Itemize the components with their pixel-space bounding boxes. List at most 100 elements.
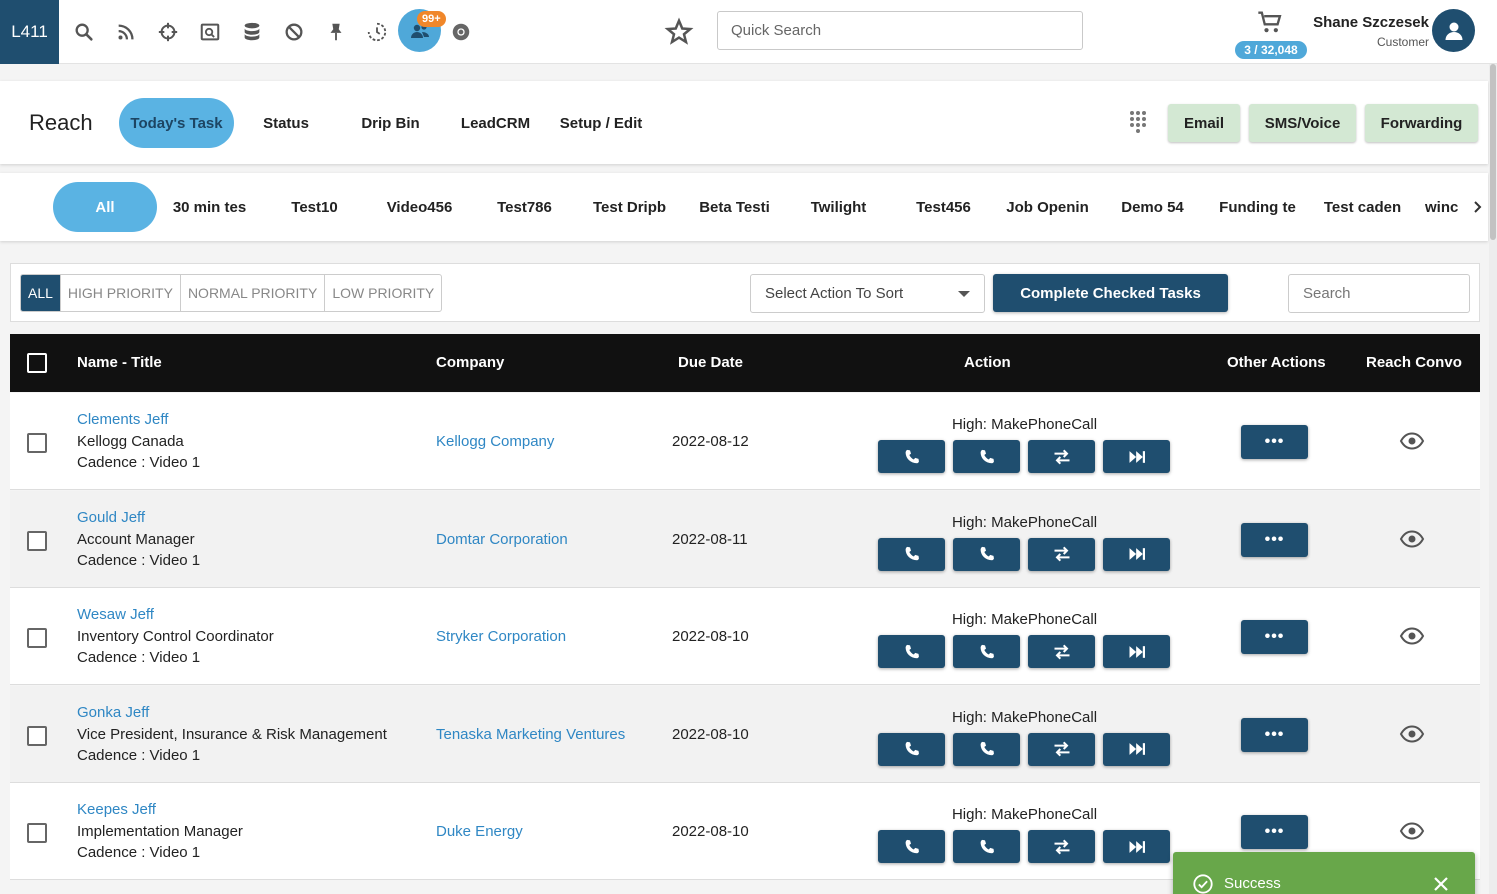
dial-button[interactable] xyxy=(953,732,1020,766)
company-link[interactable]: Kellogg Company xyxy=(436,433,554,450)
eye-icon[interactable] xyxy=(1399,724,1425,744)
filter-tab[interactable]: Test786 xyxy=(482,182,567,232)
swap-button[interactable] xyxy=(1028,537,1095,571)
row-checkbox[interactable] xyxy=(27,823,47,843)
skip-button[interactable] xyxy=(1103,635,1170,668)
eye-icon[interactable] xyxy=(1399,626,1425,646)
eye-icon[interactable] xyxy=(1399,821,1425,841)
scrollbar-thumb[interactable] xyxy=(1490,64,1496,240)
tab-drip-bin[interactable]: Drip Bin xyxy=(355,98,426,148)
dial-button[interactable] xyxy=(953,830,1020,863)
row-checkbox[interactable] xyxy=(27,628,47,648)
filter-tab[interactable]: Job Openin xyxy=(1005,182,1090,232)
filter-tab[interactable]: Test10 xyxy=(272,182,357,232)
filter-tab[interactable]: Funding te xyxy=(1215,182,1300,232)
tab-todays-task[interactable]: Today's Task xyxy=(119,98,234,148)
row-checkbox[interactable] xyxy=(27,433,47,453)
filter-tab[interactable]: Test456 xyxy=(901,182,986,232)
history-icon[interactable] xyxy=(362,17,392,47)
col-company[interactable]: Company xyxy=(436,354,504,371)
eye-icon[interactable] xyxy=(1399,431,1425,451)
filter-tab[interactable]: Video456 xyxy=(377,182,462,232)
tab-status[interactable]: Status xyxy=(249,98,323,148)
screen-search-icon[interactable] xyxy=(195,17,225,47)
sort-action-select[interactable]: Select Action To Sort xyxy=(750,274,985,313)
col-name-title[interactable]: Name - Title xyxy=(77,354,162,371)
database-icon[interactable] xyxy=(237,17,267,47)
chevron-right-icon[interactable] xyxy=(1470,195,1486,219)
dial-button[interactable] xyxy=(953,537,1020,571)
ellipsis-label: ••• xyxy=(1264,823,1285,840)
more-actions-button[interactable]: ••• xyxy=(1241,815,1308,849)
cart-icon[interactable] xyxy=(1256,8,1284,36)
avatar-icon[interactable] xyxy=(1432,9,1475,52)
filter-tab[interactable]: Test Dripb xyxy=(587,182,672,232)
priority-normal-button[interactable]: NORMAL PRIORITY xyxy=(181,275,326,311)
filter-tab[interactable]: 30 min tes xyxy=(167,182,252,232)
user-name[interactable]: Shane Szczesek xyxy=(1313,14,1429,31)
filter-tab[interactable]: Twilight xyxy=(796,182,881,232)
filter-tab[interactable]: Demo 54 xyxy=(1110,182,1195,232)
swap-button[interactable] xyxy=(1028,635,1095,668)
dialpad-icon[interactable] xyxy=(1128,110,1148,134)
row-checkbox[interactable] xyxy=(27,530,47,551)
contact-name-link[interactable]: Clements Jeff xyxy=(77,411,168,428)
skip-button[interactable] xyxy=(1103,537,1170,571)
call-button[interactable] xyxy=(878,830,945,863)
contact-name-link[interactable]: Gould Jeff xyxy=(77,509,145,526)
swap-button[interactable] xyxy=(1028,830,1095,863)
close-icon[interactable] xyxy=(1431,874,1451,894)
contact-name-link[interactable]: Keepes Jeff xyxy=(77,801,156,818)
more-actions-button[interactable]: ••• xyxy=(1241,522,1308,557)
company-link[interactable]: Stryker Corporation xyxy=(436,628,566,645)
filter-tab[interactable]: Test caden xyxy=(1320,182,1405,232)
eye-icon[interactable] xyxy=(1399,529,1425,549)
filter-tab-all[interactable]: All xyxy=(53,182,157,232)
call-button[interactable] xyxy=(878,440,945,473)
due-date: 2022-08-10 xyxy=(672,823,749,840)
more-actions-button[interactable]: ••• xyxy=(1241,425,1308,459)
dial-button[interactable] xyxy=(953,635,1020,668)
priority-all-button[interactable]: ALL xyxy=(21,275,61,311)
call-button[interactable] xyxy=(878,537,945,571)
more-actions-button[interactable]: ••• xyxy=(1241,717,1308,752)
dial-button[interactable] xyxy=(953,440,1020,473)
search-icon[interactable] xyxy=(69,17,99,47)
task-search-input[interactable] xyxy=(1288,274,1470,313)
filter-tab[interactable]: winc xyxy=(1425,182,1461,232)
app-logo[interactable]: L411 xyxy=(0,0,59,64)
chrome-icon[interactable] xyxy=(446,17,476,47)
skip-button[interactable] xyxy=(1103,440,1170,473)
select-all-checkbox[interactable] xyxy=(27,353,47,373)
complete-checked-tasks-button[interactable]: Complete Checked Tasks xyxy=(993,274,1228,312)
email-button[interactable]: Email xyxy=(1168,104,1240,142)
skip-button[interactable] xyxy=(1103,830,1170,863)
pin-icon[interactable] xyxy=(321,17,351,47)
filter-tab[interactable]: Beta Testi xyxy=(692,182,777,232)
tab-leadcrm[interactable]: LeadCRM xyxy=(455,98,536,148)
more-actions-button[interactable]: ••• xyxy=(1241,620,1308,654)
due-date: 2022-08-11 xyxy=(672,530,748,548)
crosshair-icon[interactable] xyxy=(153,17,183,47)
call-button[interactable] xyxy=(878,732,945,766)
ban-icon[interactable] xyxy=(279,17,309,47)
col-due-date[interactable]: Due Date xyxy=(678,354,743,371)
star-icon[interactable] xyxy=(664,17,694,47)
tab-setup-edit[interactable]: Setup / Edit xyxy=(556,98,646,148)
forwarding-button[interactable]: Forwarding xyxy=(1365,104,1478,142)
company-link[interactable]: Domtar Corporation xyxy=(436,531,568,548)
contact-name-link[interactable]: Gonka Jeff xyxy=(77,704,149,721)
priority-high-button[interactable]: HIGH PRIORITY xyxy=(61,275,181,311)
contact-name-link[interactable]: Wesaw Jeff xyxy=(77,606,154,623)
swap-button[interactable] xyxy=(1028,440,1095,473)
company-link[interactable]: Duke Energy xyxy=(436,823,523,840)
row-checkbox[interactable] xyxy=(27,725,47,746)
rss-icon[interactable] xyxy=(111,17,141,47)
swap-button[interactable] xyxy=(1028,732,1095,766)
call-button[interactable] xyxy=(878,635,945,668)
sms-voice-button[interactable]: SMS/Voice xyxy=(1249,104,1356,142)
quick-search-input[interactable] xyxy=(717,11,1083,50)
company-link[interactable]: Tenaska Marketing Ventures xyxy=(436,726,625,743)
priority-low-button[interactable]: LOW PRIORITY xyxy=(325,275,441,311)
skip-button[interactable] xyxy=(1103,732,1170,766)
